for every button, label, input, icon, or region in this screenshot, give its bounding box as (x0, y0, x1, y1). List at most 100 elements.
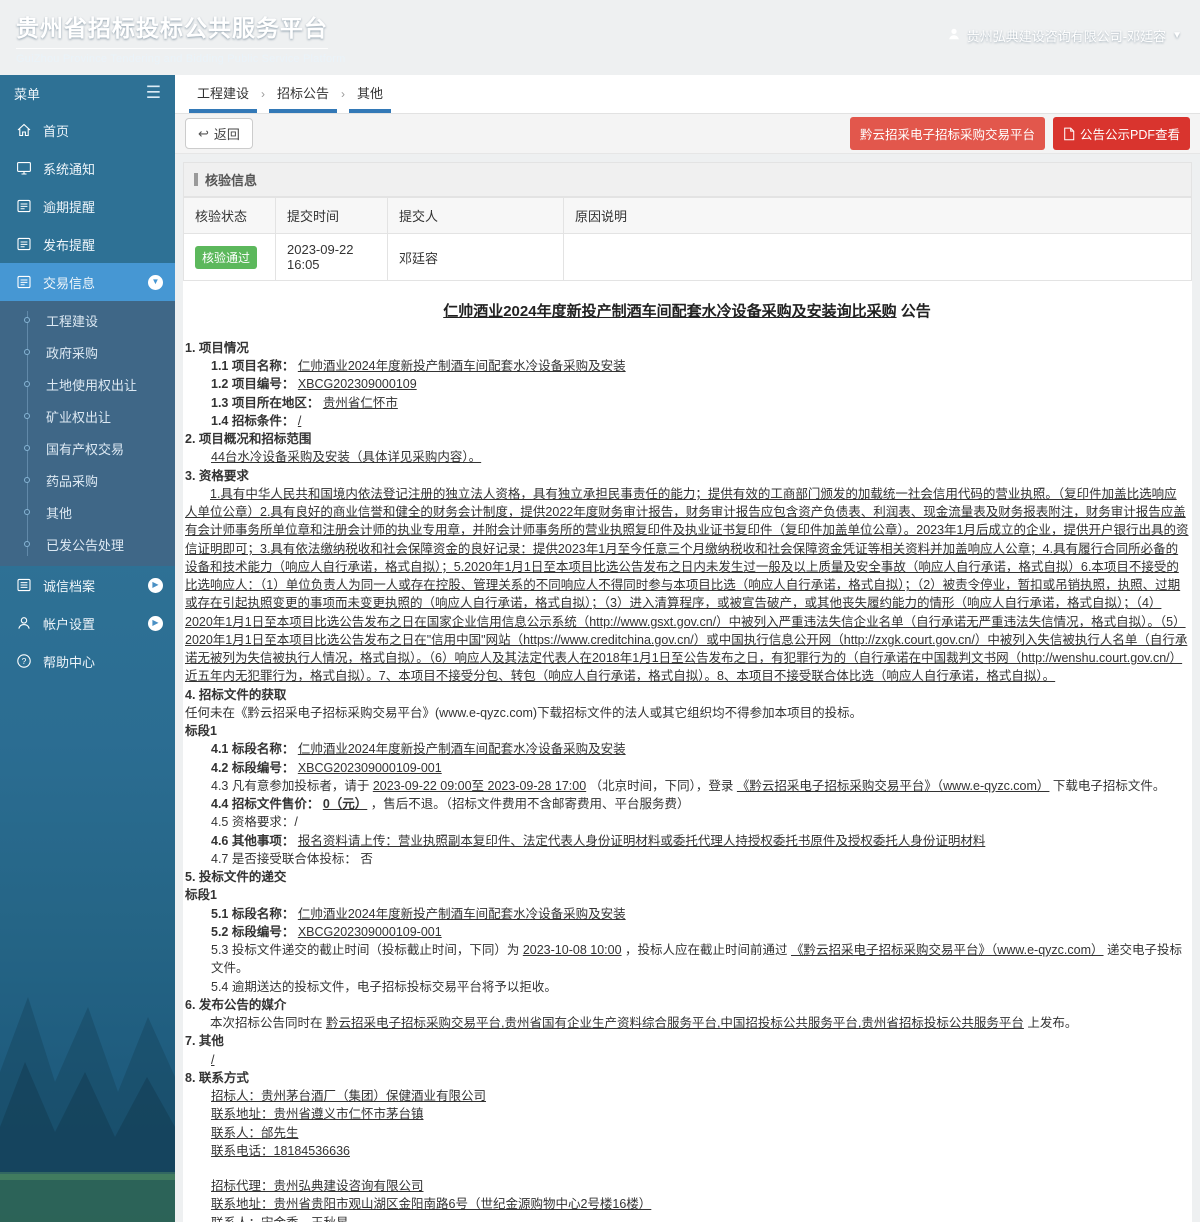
doc-heading: 6. 发布公告的媒介 (185, 997, 287, 1012)
doc-line: 5.1 标段名称： 仁帅酒业2024年度新投产制酒车间配套水冷设备采购及安装 (211, 906, 626, 921)
doc-heading: 3. 资格要求 (185, 468, 249, 483)
submenu-item-drug-procurement[interactable]: 药品采购 (0, 464, 175, 496)
doc-line: 4.6 其他事项： 报名资料请上传：营业执照副本复印件、法定代表人身份证明材料或… (211, 833, 986, 848)
submenu-label: 政府采购 (46, 345, 99, 361)
breadcrumb-item-other[interactable]: 其他 (349, 75, 392, 113)
notice-document: 仁帅酒业2024年度新投产制酒车间配套水冷设备采购及安装询比采购 公告 1. 项… (183, 281, 1192, 1222)
cell-status: 核验通过 (183, 233, 276, 281)
accent-bar-icon (194, 173, 198, 186)
sidebar-item-account-settings[interactable]: 帐户设置 ▶ (0, 604, 175, 642)
sidebar-item-label: 帐户设置 (43, 616, 96, 632)
doc-line: 联系电话：18184536636 (211, 1143, 350, 1158)
list-icon (15, 577, 32, 594)
notice-title: 仁帅酒业2024年度新投产制酒车间配套水冷设备采购及安装询比采购 公告 (185, 301, 1189, 323)
verification-table: 核验状态 提交时间 提交人 原因说明 核验通过 2023-09-22 16:05… (183, 197, 1192, 281)
undo-icon: ↩ (198, 125, 209, 141)
brand: 贵州省招标投标公共服务平台 GuiZhou Province Tendering… (16, 9, 346, 65)
chevron-down-circle-icon: ▼ (148, 274, 163, 290)
hamburger-icon[interactable]: ☰ (146, 83, 161, 103)
doc-line: 4.4 招标文件售价： 0（元） ，售后不退。（招标文件费用不含邮寄费用、平台服… (211, 797, 690, 812)
col-header-reason: 原因说明 (563, 197, 1192, 234)
breadcrumb: 工程建设 › 招标公告 › 其他 (175, 75, 1200, 114)
doc-line: 4.2 标段编号： XBCG202309000109-001 (211, 760, 442, 775)
verification-section-header: 核验信息 (183, 162, 1192, 197)
submenu-item-land-use[interactable]: 土地使用权出让 (0, 368, 175, 400)
submenu-label: 药品采购 (46, 473, 99, 489)
submenu-item-mining-rights[interactable]: 矿业权出让 (0, 400, 175, 432)
home-icon (15, 122, 32, 139)
col-header-submitter: 提交人 (387, 197, 564, 234)
submenu-item-published-notices[interactable]: 已发公告处理 (0, 528, 175, 560)
doc-line: / (211, 1052, 215, 1067)
back-button[interactable]: ↩ 返回 (185, 118, 253, 149)
sidebar-item-credit-archive[interactable]: 诚信档案 ▶ (0, 566, 175, 604)
status-badge: 核验通过 (195, 245, 258, 269)
site-title: 贵州省招标投标公共服务平台 (16, 9, 328, 49)
document-icon (15, 236, 32, 253)
breadcrumb-item-tender-notice[interactable]: 招标公告 (269, 75, 338, 113)
notice-title-suffix: 公告 (896, 303, 931, 320)
doc-line: 联系地址：贵州省贵阳市观山湖区金阳南路6号（世纪金源购物中心2号楼16楼） (211, 1197, 652, 1212)
breadcrumb-item-engineering[interactable]: 工程建设 (189, 75, 258, 113)
user-menu[interactable]: 贵州弘典建设咨询有限公司-邓廷容 ▼ (947, 26, 1182, 45)
verification-title: 核验信息 (205, 173, 258, 188)
cell-submitter: 邓廷容 (387, 233, 564, 281)
submenu-label: 土地使用权出让 (46, 377, 138, 393)
dot-icon (24, 349, 30, 355)
doc-line: 招标代理：贵州弘典建设咨询有限公司 (211, 1179, 424, 1194)
doc-line: 1.1 项目名称： 仁帅酒业2024年度新投产制酒车间配套水冷设备采购及安装 (211, 359, 626, 374)
doc-heading: 标段1 (185, 724, 217, 739)
document-icon (15, 274, 32, 291)
dot-icon (24, 509, 30, 515)
menu-header: 菜单 ☰ (0, 75, 175, 111)
sidebar-item-notifications[interactable]: 系统通知 (0, 149, 175, 187)
submenu-label: 国有产权交易 (46, 441, 125, 457)
mountain-scenery (0, 997, 175, 1222)
pdf-view-button[interactable]: 公告公示PDF查看 (1052, 117, 1190, 150)
sidebar-item-label: 发布提醒 (43, 237, 96, 253)
dot-icon (24, 381, 30, 387)
chevron-right-icon: › (261, 87, 266, 101)
doc-heading: 8. 联系方式 (185, 1070, 249, 1085)
cell-time: 2023-09-22 16:05 (275, 233, 388, 281)
sidebar-item-label: 交易信息 (43, 275, 96, 291)
doc-line: 联系地址：贵州省遵义市仁怀市茅台镇 (211, 1107, 424, 1122)
sidebar-item-transaction-info[interactable]: 交易信息 ▼ (0, 263, 175, 301)
transaction-submenu: 工程建设 政府采购 土地使用权出让 矿业权出让 国有产权交易 药品采购 其他 已… (0, 301, 175, 566)
doc-line: 1.4 招标条件： / (211, 413, 302, 428)
notice-title-main: 仁帅酒业2024年度新投产制酒车间配套水冷设备采购及安装询比采购 (443, 303, 897, 320)
doc-heading: 2. 项目概况和招标范围 (185, 432, 312, 447)
submenu-label: 已发公告处理 (46, 537, 125, 553)
doc-line: 5.2 标段编号： XBCG202309000109-001 (211, 924, 442, 939)
dot-icon (24, 477, 30, 483)
menu-label: 菜单 (14, 86, 41, 102)
dot-icon (24, 541, 30, 547)
sidebar-item-home[interactable]: 首页 (0, 111, 175, 149)
doc-line: 44台水冷设备采购及安装（具体详见采购内容）。 (211, 450, 482, 465)
doc-heading: 7. 其他 (185, 1034, 224, 1049)
svg-text:?: ? (21, 656, 26, 666)
submenu-item-other[interactable]: 其他 (0, 496, 175, 528)
submenu-item-gov-procurement[interactable]: 政府采购 (0, 336, 175, 368)
doc-line: 招标人：贵州茅台酒厂（集团）保健酒业有限公司 (211, 1089, 487, 1104)
submenu-item-state-property[interactable]: 国有产权交易 (0, 432, 175, 464)
pdf-file-icon (1064, 127, 1075, 140)
chevron-right-icon: › (341, 87, 346, 101)
doc-line: 4.3 凡有意参加投标者，请于 2023-09-22 09:00至 2023-0… (211, 778, 1166, 793)
doc-heading: 标段1 (185, 888, 217, 903)
document-icon (15, 198, 32, 215)
sidebar-item-overdue-reminder[interactable]: 逾期提醒 (0, 187, 175, 225)
main-content: 工程建设 › 招标公告 › 其他 ↩ 返回 黔云招采电子招标采购交易平台 公告公… (175, 75, 1200, 1222)
user-icon (947, 27, 961, 44)
sidebar-item-publish-reminder[interactable]: 发布提醒 (0, 225, 175, 263)
col-header-time: 提交时间 (275, 197, 388, 234)
sidebar-item-help-center[interactable]: ? 帮助中心 (0, 642, 175, 680)
dot-icon (24, 413, 30, 419)
submenu-item-engineering[interactable]: 工程建设 (0, 304, 175, 336)
platform-button[interactable]: 黔云招采电子招标采购交易平台 (849, 117, 1045, 150)
doc-body: 1. 项目情况 1.1 项目名称： 仁帅酒业2024年度新投产制酒车间配套水冷设备… (185, 339, 1189, 1222)
monitor-icon (15, 160, 32, 177)
doc-line: 1.3 项目所在地区： 贵州省仁怀市 (211, 395, 398, 410)
doc-line: 1.具有中华人民共和国境内依法登记注册的独立法人资格，具有独立承担民事责任的能力… (185, 486, 1189, 684)
back-label: 返回 (213, 127, 240, 142)
